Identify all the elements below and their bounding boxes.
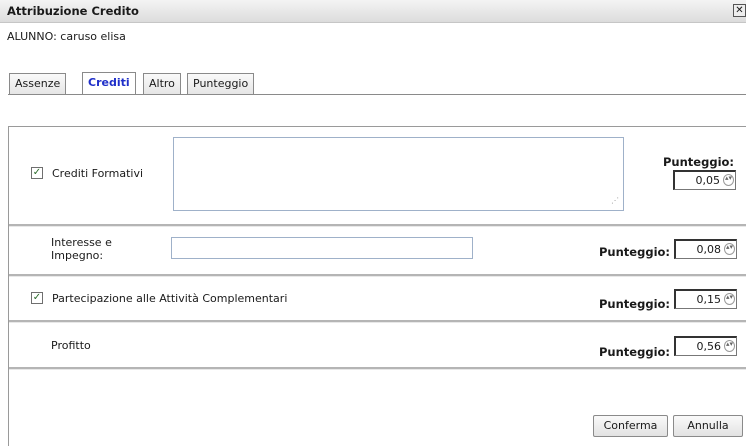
score-value: 0,56: [696, 340, 722, 353]
spinner-arrows-icon[interactable]: ▴▾: [724, 340, 735, 352]
tab-assenze[interactable]: Assenze: [9, 73, 67, 94]
partecipazione-score-label: Punteggio:: [599, 297, 671, 311]
partecipazione-checkbox[interactable]: ✓: [31, 292, 43, 304]
interesse-score-spinner[interactable]: 0,08 ▴▾: [674, 239, 737, 259]
spinner-arrows-icon[interactable]: ▴▾: [724, 243, 735, 255]
spinner-arrows-icon[interactable]: ▴▾: [723, 174, 734, 186]
interesse-label-line2: Impegno:: [51, 249, 104, 262]
row-divider: [9, 224, 746, 227]
tab-strip-border: [8, 94, 746, 95]
crediti-formativi-score-spinner[interactable]: 0,05 ▴▾: [673, 170, 736, 190]
interesse-label-line1: Interesse e: [51, 236, 112, 249]
interesse-input[interactable]: [171, 237, 473, 259]
dialog-title: Attribuzione Credito: [7, 4, 139, 18]
interesse-label: Interesse e Impegno:: [51, 236, 112, 262]
score-value: 0,08: [696, 243, 722, 256]
score-value: 0,05: [695, 174, 721, 187]
profitto-score-spinner[interactable]: 0,56 ▴▾: [674, 336, 737, 356]
student-name: ALUNNO: caruso elisa: [7, 30, 126, 43]
interesse-score-label: Punteggio:: [599, 245, 671, 259]
profitto-label: Profitto: [51, 339, 91, 352]
close-icon[interactable]: ✕: [733, 4, 746, 17]
tab-crediti[interactable]: Crediti: [82, 72, 136, 95]
resize-grip-icon[interactable]: ⋰: [611, 196, 619, 205]
crediti-formativi-score-label: Punteggio:: [663, 155, 735, 169]
row-divider: [9, 274, 746, 277]
crediti-formativi-textarea[interactable]: [173, 137, 624, 211]
crediti-formativi-checkbox[interactable]: ✓: [31, 167, 43, 179]
profitto-score-label: Punteggio:: [599, 345, 671, 359]
tab-punteggio[interactable]: Punteggio: [187, 73, 255, 94]
spinner-arrows-icon[interactable]: ▴▾: [724, 293, 735, 305]
crediti-formativi-label: Crediti Formativi: [52, 167, 144, 180]
partecipazione-label: Partecipazione alle Attività Complementa…: [52, 292, 288, 305]
tab-altro[interactable]: Altro: [143, 73, 181, 94]
score-value: 0,15: [696, 293, 722, 306]
row-divider: [9, 320, 746, 323]
confirm-button[interactable]: Conferma: [593, 415, 668, 437]
cancel-button[interactable]: Annulla: [673, 415, 743, 437]
row-divider: [9, 367, 746, 370]
partecipazione-score-spinner[interactable]: 0,15 ▴▾: [674, 289, 737, 309]
